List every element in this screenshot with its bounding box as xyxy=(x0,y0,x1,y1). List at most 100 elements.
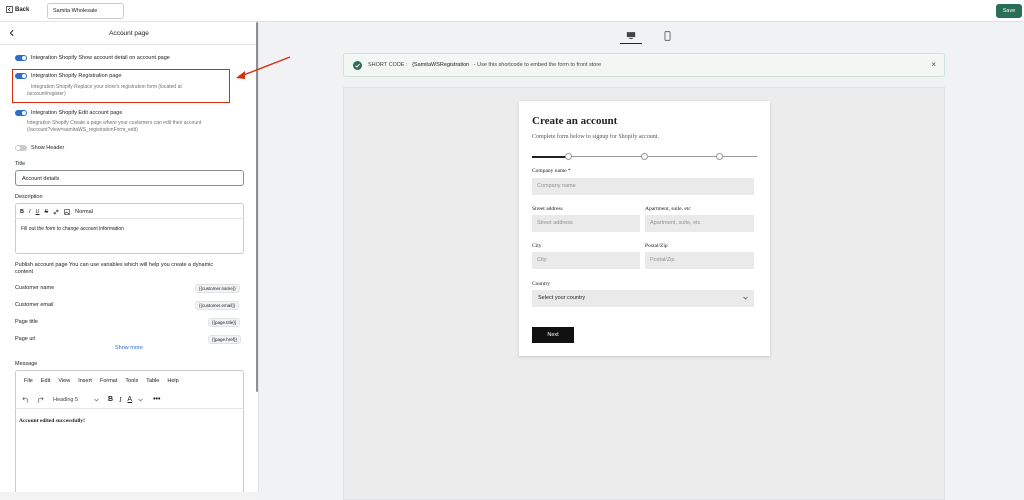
chevron-down-icon xyxy=(94,398,99,401)
variable-label: Customer name xyxy=(15,285,55,291)
description-label: Description xyxy=(15,194,43,200)
variable-label: Customer email xyxy=(15,302,54,308)
show-more-link[interactable]: Show more xyxy=(115,345,143,351)
message-editor[interactable] xyxy=(15,370,244,500)
menu-view[interactable]: View xyxy=(58,378,70,384)
form-title: Create an account xyxy=(532,115,618,127)
menu-file[interactable]: File xyxy=(24,378,33,384)
shortcode-prefix: SHORT CODE : xyxy=(368,62,408,68)
menu-insert[interactable]: Insert xyxy=(78,378,92,384)
menu-table[interactable]: Table xyxy=(146,378,159,384)
bold-button[interactable]: B xyxy=(20,209,24,215)
strike-button[interactable]: S xyxy=(45,209,49,215)
panel-title: Account page xyxy=(109,30,149,37)
chevron-down-icon xyxy=(743,296,748,300)
edit-account-desc-line2: (/account?view=samitaWS_registrationForm… xyxy=(27,127,138,133)
top-bar: Back Samita Wholesale Save xyxy=(0,0,1024,22)
close-icon[interactable]: × xyxy=(931,60,936,69)
menu-edit[interactable]: Edit xyxy=(41,378,50,384)
heading-select[interactable]: Heading 5 xyxy=(50,394,102,405)
redo-icon[interactable] xyxy=(36,396,44,403)
description-value[interactable]: Fill out the form to change account info… xyxy=(21,226,124,233)
italic-button[interactable]: I xyxy=(29,209,31,215)
toggle-edit-account-page[interactable] xyxy=(15,110,27,116)
apartment-input[interactable]: Apartment, suite, etc xyxy=(645,215,754,232)
message-toolbar-divider xyxy=(15,408,244,409)
check-circle-icon xyxy=(353,61,362,70)
message-label: Message xyxy=(15,361,38,367)
underline-button[interactable]: U xyxy=(36,209,40,215)
company-input[interactable]: Company name xyxy=(532,178,754,195)
description-toolbar: B I U S Normal xyxy=(20,209,93,215)
text-color-icon[interactable]: A xyxy=(127,396,132,403)
back-button[interactable]: Back xyxy=(6,6,29,13)
shortcode-value[interactable]: {SamitaWSRegistration xyxy=(412,62,469,68)
variable-label: Page title xyxy=(15,319,38,325)
street-input[interactable]: Street address xyxy=(532,215,640,232)
heading-select-value: Heading 5 xyxy=(53,396,79,403)
variable-label: Page url xyxy=(15,336,36,342)
shortcode-text: SHORT CODE : {SamitaWSRegistration - Use… xyxy=(368,62,601,68)
menu-tools[interactable]: Tools xyxy=(125,378,138,384)
toggle-show-header-label: Show Header xyxy=(31,145,65,151)
next-button[interactable]: Next xyxy=(532,327,574,343)
message-format-toolbar: Heading 5 B I A ••• xyxy=(22,394,160,405)
variable-token[interactable]: {{customer.name}} xyxy=(195,284,240,293)
save-button[interactable]: Save xyxy=(996,4,1022,18)
desktop-view-tab[interactable] xyxy=(620,27,642,44)
message-content[interactable]: Account edited successfully! xyxy=(19,418,85,424)
bold-button[interactable]: B xyxy=(108,396,113,403)
toggle-show-account-detail-label: Integration Shopify Show account detail … xyxy=(31,55,170,61)
toggle-edit-account-label: Integration Shopify Edit account page xyxy=(31,110,123,116)
title-label: Title xyxy=(15,161,26,167)
toggle-show-header[interactable] xyxy=(15,145,27,151)
edit-account-desc-line1: Integration Shopify Create a page where … xyxy=(27,120,202,126)
country-select-value: Select your country xyxy=(538,295,586,301)
panel-header: Account page xyxy=(0,22,258,45)
toggle-show-account-detail[interactable] xyxy=(15,55,27,61)
variable-token[interactable]: {{page.title}} xyxy=(208,318,241,327)
store-name-field[interactable]: Samita Wholesale xyxy=(47,3,124,19)
street-label: Street address xyxy=(532,206,563,212)
variable-token[interactable]: {{page.href}} xyxy=(208,335,242,344)
country-select[interactable]: Select your country xyxy=(532,290,754,307)
stepper-progress xyxy=(532,155,568,158)
title-input[interactable]: Account details xyxy=(15,170,244,186)
step-dot[interactable] xyxy=(716,152,723,160)
publish-text-line2: content xyxy=(15,269,34,275)
step-dot[interactable] xyxy=(641,152,648,160)
apartment-label: Apartment, suite, etc xyxy=(645,206,691,212)
zip-input[interactable]: Postal/Zip xyxy=(645,252,754,269)
menu-format[interactable]: Format xyxy=(100,378,117,384)
mobile-icon xyxy=(663,30,670,41)
shortcode-hint: - Use this shortcode to embed the form t… xyxy=(473,62,602,68)
menu-help[interactable]: Help xyxy=(167,378,178,384)
image-icon[interactable] xyxy=(64,209,70,215)
italic-button[interactable]: I xyxy=(119,396,121,404)
back-label: Back xyxy=(15,6,30,13)
city-label: City xyxy=(532,243,542,249)
country-label: Country xyxy=(532,281,551,287)
form-stepper xyxy=(532,152,757,160)
undo-icon[interactable] xyxy=(22,396,30,403)
device-switcher xyxy=(620,27,678,44)
publish-text-line1: Publish account page You can use variabl… xyxy=(15,262,214,268)
annotation-arrow-icon xyxy=(236,56,291,79)
paragraph-style-select[interactable]: Normal xyxy=(75,209,93,215)
shortcode-banner: SHORT CODE : {SamitaWSRegistration - Use… xyxy=(343,53,945,77)
mobile-view-tab[interactable] xyxy=(656,27,678,44)
back-arrow-icon xyxy=(6,6,13,13)
message-menubar: File Edit View Insert Format Tools Table… xyxy=(24,378,179,384)
desktop-icon xyxy=(626,31,636,39)
step-dot[interactable] xyxy=(565,152,572,160)
more-icon[interactable]: ••• xyxy=(153,396,160,403)
city-input[interactable]: City xyxy=(532,252,640,269)
link-icon[interactable] xyxy=(53,209,59,215)
company-label: Company name * xyxy=(532,168,571,174)
zip-label: Postal/Zip xyxy=(645,243,668,249)
chevron-down-icon[interactable] xyxy=(138,398,143,402)
variable-token[interactable]: {{customer.email}} xyxy=(195,301,240,310)
description-toolbar-divider xyxy=(15,218,244,219)
highlight-box xyxy=(12,69,230,103)
form-subtitle: Complete form below to signup for Shopif… xyxy=(532,134,659,140)
